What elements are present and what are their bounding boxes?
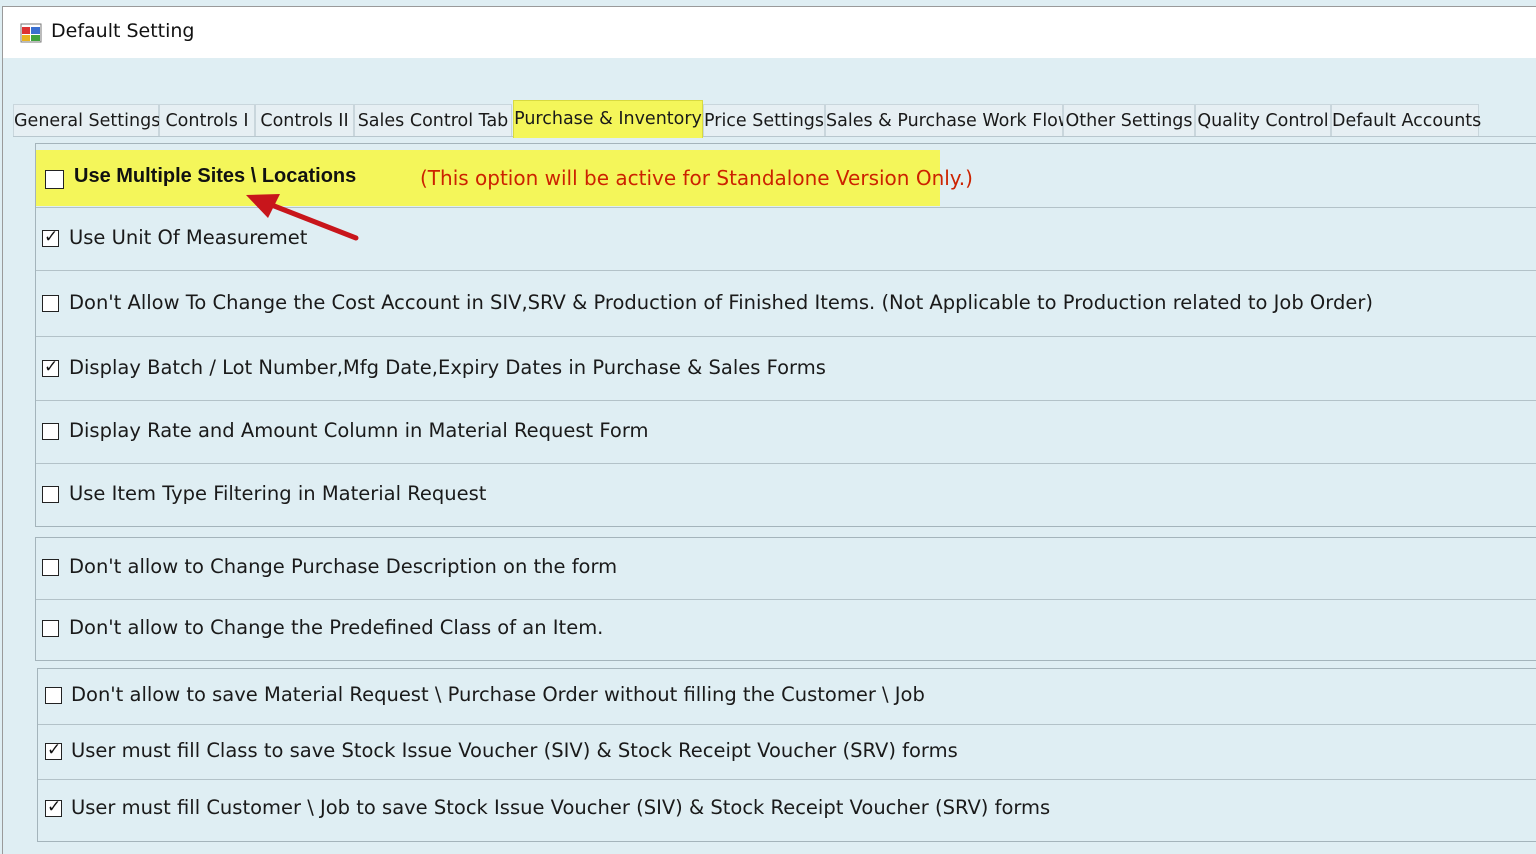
default-setting-window: Default Setting General Settings Control… <box>0 0 1536 854</box>
checkbox-multiple-sites[interactable] <box>45 170 64 189</box>
option-row-cost-account: Don't Allow To Change the Cost Account i… <box>36 271 1536 337</box>
option-row-rate-amount: Display Rate and Amount Column in Materi… <box>36 401 1536 464</box>
checkbox-purchase-description[interactable] <box>42 559 59 576</box>
label-multiple-sites: Use Multiple Sites \ Locations <box>74 165 357 187</box>
option-row-customer-job-required: Don't allow to save Material Request \ P… <box>38 669 1536 725</box>
label-cost-account: Don't Allow To Change the Cost Account i… <box>69 291 1373 314</box>
tab-other-settings[interactable]: Other Settings <box>1063 104 1195 136</box>
option-row-predefined-class: Don't allow to Change the Predefined Cla… <box>36 600 1536 661</box>
standalone-note: (This option will be active for Standalo… <box>420 166 973 190</box>
label-rate-amount: Display Rate and Amount Column in Materi… <box>69 419 649 442</box>
checkbox-class-siv-srv[interactable] <box>45 740 62 760</box>
checkbox-customer-job-required[interactable] <box>45 687 62 704</box>
tab-quality-control[interactable]: Quality Control <box>1195 104 1331 136</box>
tab-controls-i[interactable]: Controls I <box>159 104 255 136</box>
options-group-mandatory-fields: Don't allow to save Material Request \ P… <box>37 668 1536 842</box>
label-purchase-description: Don't allow to Change Purchase Descripti… <box>69 555 618 578</box>
option-row-batch-lot: Display Batch / Lot Number,Mfg Date,Expi… <box>36 337 1536 401</box>
label-class-siv-srv: User must fill Class to save Stock Issue… <box>71 739 958 762</box>
tab-purchase-inventory[interactable]: Purchase & Inventory <box>513 100 703 138</box>
label-customer-job-required: Don't allow to save Material Request \ P… <box>71 683 925 706</box>
tab-strip-divider <box>13 136 1536 137</box>
tab-sales-control[interactable]: Sales Control Tab <box>354 104 512 136</box>
options-group-item-edits: Don't allow to Change Purchase Descripti… <box>35 537 1536 661</box>
tab-price-settings[interactable]: Price Settings <box>703 104 825 136</box>
option-row-class-siv-srv: User must fill Class to save Stock Issue… <box>38 725 1536 780</box>
checkbox-item-type-filter[interactable] <box>42 486 59 503</box>
checkbox-unit-of-measure[interactable] <box>42 227 59 247</box>
checkbox-customer-siv-srv[interactable] <box>45 797 62 817</box>
option-row-item-type-filter: Use Item Type Filtering in Material Requ… <box>36 464 1536 527</box>
label-item-type-filter: Use Item Type Filtering in Material Requ… <box>69 482 487 505</box>
highlighted-option-multiple-sites: Use Multiple Sites \ Locations (This opt… <box>36 150 973 206</box>
annotation-arrow-icon <box>246 194 359 241</box>
tab-controls-ii[interactable]: Controls II <box>255 104 354 136</box>
option-row-purchase-description: Don't allow to Change Purchase Descripti… <box>36 538 1536 600</box>
checkbox-cost-account[interactable] <box>42 295 59 312</box>
checkbox-batch-lot[interactable] <box>42 357 59 377</box>
checkbox-predefined-class[interactable] <box>42 620 59 637</box>
label-batch-lot: Display Batch / Lot Number,Mfg Date,Expi… <box>69 356 826 379</box>
settings-tab-strip: General Settings Controls I Controls II … <box>13 100 1536 138</box>
label-predefined-class: Don't allow to Change the Predefined Cla… <box>69 616 604 639</box>
option-row-customer-siv-srv: User must fill Customer \ Job to save St… <box>38 780 1536 842</box>
checkbox-rate-amount[interactable] <box>42 423 59 440</box>
label-customer-siv-srv: User must fill Customer \ Job to save St… <box>71 796 1051 819</box>
tab-sales-purchase-work-flow[interactable]: Sales & Purchase Work Flow <box>825 104 1072 136</box>
tab-general-settings[interactable]: General Settings <box>13 104 160 136</box>
tab-default-accounts[interactable]: Default Accounts <box>1331 104 1481 136</box>
